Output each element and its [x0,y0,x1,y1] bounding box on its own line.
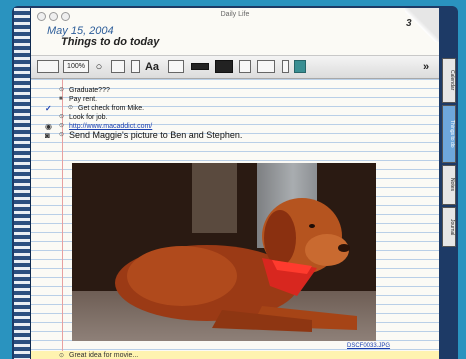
item-text: Pay rent. [69,96,98,103]
list-item[interactable]: ■ Pay rent. [31,95,439,104]
item-text: Graduate??? [69,87,110,94]
bullet-icon[interactable]: ○ [93,60,105,73]
page-curl[interactable] [405,8,439,42]
color-swatch-button[interactable] [294,60,306,73]
tab-journal[interactable]: Journal [442,207,456,247]
toolbar: 100% ○ Aa » [31,56,439,79]
item-text: Send Maggie's picture to Ben and Stephen… [69,130,243,140]
trash-icon[interactable] [131,60,140,73]
spiral-binding [14,8,31,359]
tab-things-to-do[interactable]: Things to do [442,105,456,163]
image-icon[interactable] [215,60,233,73]
list-item[interactable]: ◙ ⊙ Send Maggie's picture to Ben and Ste… [31,130,439,141]
font-label: Aa [144,60,160,73]
tab-notes[interactable]: Notes [442,165,456,205]
list-item[interactable]: ⊙ Graduate??? [31,86,439,95]
print-icon[interactable] [111,60,125,73]
bullet-icon: ⊙ [59,132,65,138]
note-text: Great idea for movie... [69,352,139,359]
chart-icon[interactable] [257,60,275,73]
link-icon[interactable] [282,60,289,73]
more-button[interactable]: » [419,60,433,73]
bullet-icon: ⊙ [59,353,65,359]
more-label: » [422,60,430,73]
lock-icon: ■ [59,96,63,102]
item-text: Get check from Mike. [78,105,145,112]
textbox-icon[interactable] [168,60,184,73]
document-icon[interactable] [239,60,251,73]
item-text: Look for job. [69,114,108,121]
page-title: Things to do today [61,36,160,48]
zoom-value: 100% [67,63,85,70]
bottom-note[interactable]: ⊙ Great idea for movie... [31,351,439,359]
font-button[interactable]: Aa [143,60,161,73]
list-item[interactable]: ⊙ Look for job. [31,113,439,122]
bullet-icon: ⊙ [68,105,74,111]
notebook-page: Daily Life May 15, 2004 Things to do tod… [31,8,439,359]
attached-photo[interactable] [72,163,376,341]
tab-calendar[interactable]: Calendar [442,58,456,103]
view-toggle-button[interactable] [37,60,59,73]
color-bar-icon[interactable] [191,63,209,70]
camera-icon: ◙ [45,131,50,140]
side-tabs: Calendar Things to do Notes Journal [440,58,458,258]
checkmark-icon: ✓ [45,104,52,113]
dog-image [115,198,357,332]
bullet-icon: ⊙ [59,123,65,129]
bullet-icon: ⊙ [59,114,65,120]
window-title: Daily Life [220,11,250,18]
zoom-select[interactable]: 100% [63,60,89,73]
list-item[interactable]: ✓ ⊙ Get check from Mike. [31,104,439,113]
photo-filename[interactable]: DSCF0033.JPG [347,343,390,349]
page-header: Daily Life May 15, 2004 Things to do tod… [31,8,439,56]
attachment-icon: ◉ [45,122,52,131]
bullet-icon: ⊙ [59,87,65,93]
